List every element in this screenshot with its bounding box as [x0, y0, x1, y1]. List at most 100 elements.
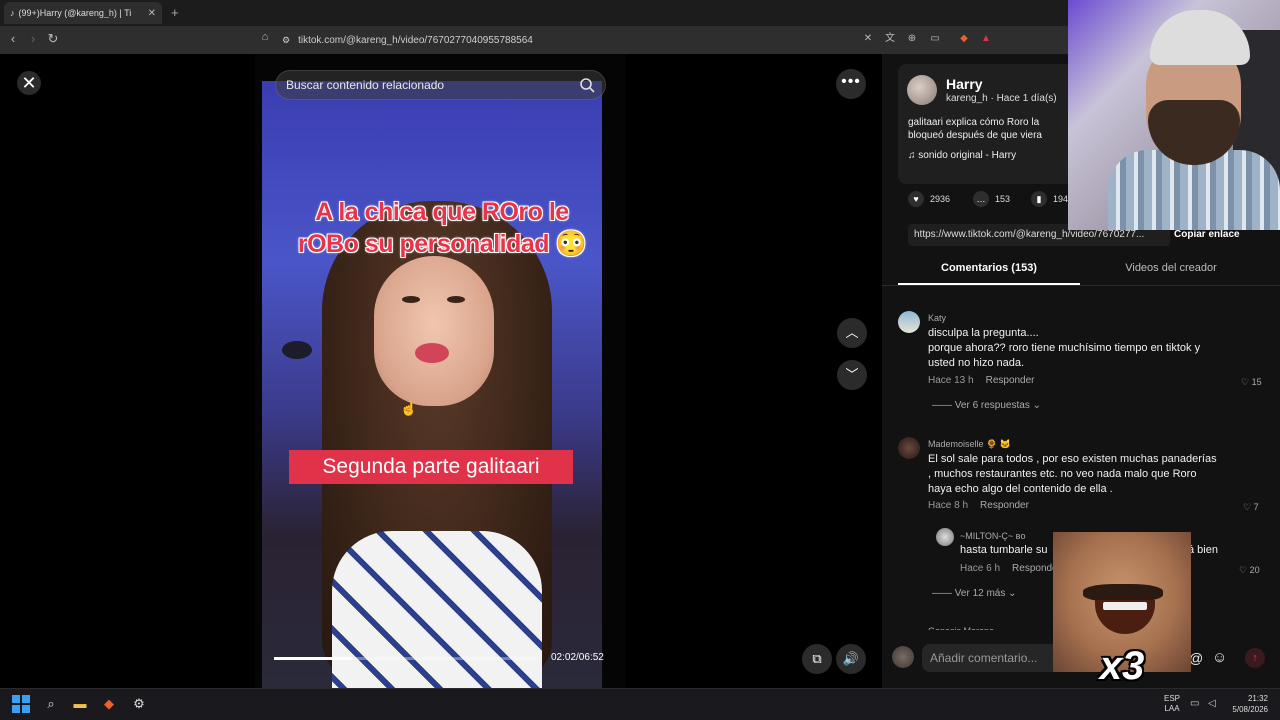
- video-caption-top: A la chica que ROro le rOBo su personali…: [297, 198, 587, 258]
- new-tab-icon[interactable]: +: [171, 5, 179, 20]
- heart-icon[interactable]: ♥: [908, 191, 924, 207]
- language-indicator[interactable]: ESP LAA: [1164, 694, 1180, 714]
- back-icon[interactable]: ‹: [4, 31, 22, 46]
- comment-like[interactable]: ♡ 7: [1243, 502, 1259, 513]
- tab-creator-videos[interactable]: Videos del creador: [1080, 262, 1262, 274]
- video-caption-bottom: Segunda parte galitaari: [289, 450, 573, 484]
- next-video-button[interactable]: ﹀: [837, 360, 867, 390]
- comment-icon[interactable]: …: [973, 191, 989, 207]
- more-options-button[interactable]: •••: [836, 69, 866, 99]
- sound-link[interactable]: ♫ sonido original - Harry: [908, 150, 1016, 161]
- sound-label: sonido original - Harry: [918, 150, 1017, 161]
- view-more-replies-button[interactable]: —— Ver 12 más ⌄: [932, 588, 1017, 599]
- meme-multiplier-label: x3: [1099, 644, 1145, 688]
- search-icon[interactable]: [579, 77, 595, 93]
- file-explorer-icon[interactable]: ▬: [71, 695, 89, 713]
- zoom-icon[interactable]: ⊕: [906, 33, 918, 45]
- reply-text-tail: á bien: [1188, 544, 1218, 556]
- windows-start-icon[interactable]: [12, 695, 30, 713]
- view-replies-button[interactable]: —— Ver 6 respuestas ⌄: [932, 400, 1041, 411]
- post-description: galitaari explica cómo Roro la bloqueó d…: [908, 117, 1042, 141]
- comment-count: 153: [995, 194, 1011, 204]
- translate-icon[interactable]: 文: [884, 33, 896, 45]
- reply-text: hasta tumbarle su: [960, 544, 1048, 556]
- video-player[interactable]: [262, 81, 602, 688]
- heart-outline-icon[interactable]: ♡: [1243, 502, 1251, 512]
- comment-username[interactable]: Katy: [928, 313, 946, 323]
- like-stat[interactable]: ♥ 2936: [908, 191, 950, 207]
- send-comment-button[interactable]: ↑: [1245, 648, 1265, 668]
- comment-stat[interactable]: … 153: [973, 191, 1010, 207]
- comment-avatar[interactable]: [898, 437, 920, 459]
- comment-text-line: usted no hizo nada.: [928, 357, 1025, 369]
- brave-rewards-icon[interactable]: ▲: [980, 33, 992, 45]
- comment-username[interactable]: Mademoiselle 🌻 🐱: [928, 439, 1011, 450]
- comment-like[interactable]: ♡ 15: [1241, 377, 1262, 388]
- reply-time: Hace 6 h: [960, 563, 1001, 574]
- comment-meta: Hace 8 h Responder: [928, 500, 1029, 511]
- comment-text-line: porque ahora?? roro tiene muchísimo tiem…: [928, 342, 1201, 354]
- volume-tray-icon[interactable]: ◁: [1208, 698, 1216, 709]
- network-icon[interactable]: ▭: [1190, 698, 1199, 709]
- copy-link-button[interactable]: Copiar enlace: [1174, 229, 1240, 240]
- site-info-icon[interactable]: ⚙: [282, 35, 290, 46]
- mention-icon[interactable]: @: [1189, 650, 1203, 666]
- related-search-input[interactable]: Buscar contenido relacionado: [275, 70, 606, 100]
- bookmark-save-icon[interactable]: ▮: [1031, 191, 1047, 207]
- reload-icon[interactable]: ↻: [44, 31, 62, 47]
- reply-meta: Hace 6 h Responder: [960, 563, 1061, 574]
- lang-top: ESP: [1164, 694, 1181, 703]
- reply-like[interactable]: ♡ 20: [1239, 565, 1260, 576]
- tab-comments[interactable]: Comentarios (153): [898, 262, 1080, 274]
- tiktok-favicon-icon: ♪: [10, 8, 15, 18]
- clock-time: 21:32: [1247, 694, 1268, 703]
- comment-text-line: , muchos restaurantes etc. no veo nada m…: [928, 468, 1197, 480]
- comment-like-count: 15: [1251, 377, 1262, 387]
- close-video-button[interactable]: ✕: [17, 71, 41, 95]
- author-name[interactable]: Harry: [946, 76, 983, 92]
- previous-video-button[interactable]: ︿: [837, 318, 867, 348]
- system-clock[interactable]: 21:32 5/08/2026: [1226, 693, 1268, 715]
- taskbar-search-icon[interactable]: ⌕: [42, 695, 60, 713]
- heart-outline-icon[interactable]: ♡: [1241, 377, 1249, 387]
- reply-username[interactable]: ~MILTON-Ç~ ʙᴏ: [960, 531, 1025, 541]
- brave-shields-icon[interactable]: ◆: [958, 33, 970, 45]
- comment-time: Hace 8 h: [928, 500, 969, 511]
- comment-meta: Hace 13 h Responder: [928, 375, 1035, 386]
- mute-tab-icon[interactable]: ✕: [862, 33, 874, 45]
- comment-text-line: haya echo algo del contenido de ella .: [928, 483, 1113, 495]
- forward-icon[interactable]: ›: [24, 31, 42, 46]
- reply-avatar[interactable]: [936, 528, 954, 546]
- picture-in-picture-button[interactable]: ⧉: [802, 644, 832, 674]
- comment-text-line: El sol sale para todos , por eso existen…: [928, 453, 1217, 465]
- video-progress-fill: [274, 657, 354, 660]
- view-more-label: Ver 12 más: [954, 588, 1006, 599]
- comment-avatar[interactable]: [898, 311, 920, 333]
- mouse-cursor-icon: ☝: [400, 400, 418, 416]
- bookmark-icon[interactable]: ⌂: [256, 31, 274, 43]
- windows-taskbar: [0, 688, 1280, 720]
- chevron-down-icon: ⌄: [1032, 400, 1041, 411]
- save-stat[interactable]: ▮ 194: [1031, 191, 1068, 207]
- volume-button[interactable]: 🔊: [836, 644, 866, 674]
- tab-title: (99+)Harry (@kareng_h) | TikTok: [18, 8, 131, 18]
- close-tab-icon[interactable]: ✕: [148, 8, 156, 19]
- like-count: 2936: [930, 194, 951, 204]
- heart-outline-icon[interactable]: ♡: [1239, 565, 1247, 575]
- streamer-webcam: [1068, 0, 1280, 230]
- reply-button[interactable]: Responder: [986, 375, 1035, 386]
- emoji-icon[interactable]: ☺: [1212, 649, 1227, 666]
- partial-comment-username: Genesis Moreno: [928, 626, 994, 630]
- chevron-down-icon: ⌄: [1008, 588, 1017, 599]
- browser-tab[interactable]: ♪ (99+)Harry (@kareng_h) | TikTok ✕: [4, 2, 162, 24]
- author-avatar[interactable]: [907, 75, 937, 105]
- view-replies-label: Ver 6 respuestas: [954, 400, 1030, 411]
- app-icon[interactable]: ⚙: [130, 695, 148, 713]
- author-meta: kareng_h · Hace 1 día(s): [946, 93, 1057, 104]
- clock-date: 5/08/2026: [1232, 705, 1268, 714]
- cast-icon[interactable]: ▭: [929, 33, 941, 45]
- reply-like-count: 20: [1249, 565, 1260, 575]
- brave-browser-icon[interactable]: ◆: [100, 695, 118, 713]
- my-avatar: [892, 646, 914, 668]
- reply-button[interactable]: Responder: [980, 500, 1029, 511]
